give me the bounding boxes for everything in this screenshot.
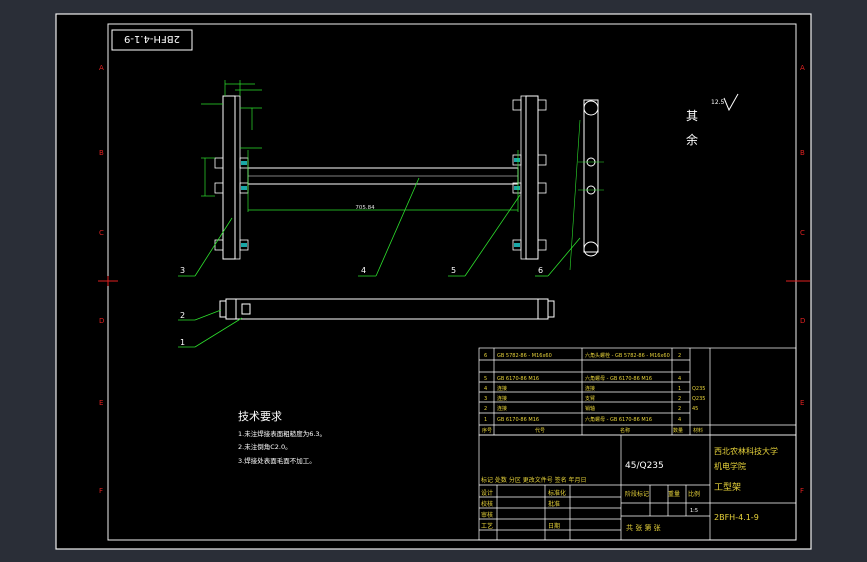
svg-text:连接: 连接 [497, 395, 507, 402]
roughness-value: 12.5 [711, 99, 725, 106]
zone-letter: B [99, 149, 104, 157]
svg-text:GB 6170-86 M16: GB 6170-86 M16 [497, 376, 539, 382]
weight-label: 重量 [668, 490, 680, 498]
svg-text:2: 2 [678, 406, 681, 412]
svg-text:2: 2 [678, 353, 681, 359]
svg-text:校核: 校核 [481, 500, 493, 508]
svg-text:连接: 连接 [497, 405, 507, 412]
tech-line: 3.焊接处表面毛面不加工。 [238, 456, 316, 465]
balloon-5: 5 [451, 266, 456, 275]
svg-text:连接: 连接 [585, 385, 595, 392]
school-name: 西北农林科技大学 [714, 446, 778, 456]
svg-text:销轴: 销轴 [585, 405, 595, 412]
title-stamp: 2BFH-4.1-9 [124, 33, 180, 44]
dept-name: 机电学院 [714, 461, 746, 471]
svg-text:六角螺母 - GB 6170-86 M16: 六角螺母 - GB 6170-86 M16 [585, 416, 652, 423]
zone-letter: C [800, 229, 805, 237]
drawing-canvas[interactable]: A B C D E F A B C D E F 2BFH-4.1-9 705.8… [0, 0, 867, 562]
roughness-note-1: 其 [686, 109, 698, 123]
svg-text:审核: 审核 [481, 511, 493, 519]
svg-text:1: 1 [484, 417, 487, 423]
span-dimension: 705.84 [355, 205, 375, 211]
balloon-4: 4 [361, 266, 366, 275]
svg-text:支臂: 支臂 [585, 395, 595, 402]
svg-text:4: 4 [484, 386, 487, 392]
svg-text:3: 3 [484, 396, 487, 402]
zone-letter: A [800, 64, 805, 72]
svg-text:Q235: Q235 [692, 396, 705, 402]
tech-line: 2.未注倒角C2.0。 [238, 442, 292, 451]
balloon-1: 1 [180, 338, 185, 347]
svg-text:批准: 批准 [548, 500, 560, 508]
cad-viewport[interactable]: A B C D E F A B C D E F 2BFH-4.1-9 705.8… [0, 0, 867, 562]
revision-header: 标记 处数 分区 更改文件号 签名 年月日 [481, 476, 587, 484]
svg-text:数量: 数量 [673, 427, 683, 434]
tech-title: 技术要求 [238, 410, 282, 423]
svg-text:GB 5782-86 - M16x60: GB 5782-86 - M16x60 [497, 353, 552, 359]
balloon-3: 3 [180, 266, 185, 275]
svg-text:工艺: 工艺 [481, 522, 493, 530]
svg-text:2: 2 [484, 406, 487, 412]
svg-text:5: 5 [484, 376, 487, 382]
svg-text:6: 6 [484, 353, 487, 359]
svg-text:Q235: Q235 [692, 386, 705, 392]
balloon-6: 6 [538, 266, 543, 275]
zone-letter: F [800, 487, 804, 495]
sheet-text: 共 张 第 张 [626, 523, 661, 532]
zone-letter: F [99, 487, 103, 495]
svg-text:2: 2 [678, 396, 681, 402]
part-name: 工型架 [714, 482, 741, 493]
drawing-number: 2BFH-4.1-9 [714, 513, 759, 522]
svg-text:代号: 代号 [535, 427, 545, 434]
svg-text:4: 4 [678, 417, 681, 423]
zone-letter: C [99, 229, 104, 237]
scale-value: 1:5 [690, 508, 698, 514]
svg-text:连接: 连接 [497, 385, 507, 392]
zone-letter: E [99, 399, 103, 407]
zone-letter: A [99, 64, 104, 72]
svg-text:设计: 设计 [481, 489, 493, 497]
svg-text:标准化: 标准化 [548, 489, 566, 497]
sheet-border [55, 13, 812, 550]
material-text: 45/Q235 [625, 461, 664, 471]
svg-text:1: 1 [678, 386, 681, 392]
svg-text:GB 6170-86 M16: GB 6170-86 M16 [497, 417, 539, 423]
scale-label: 比例 [688, 490, 700, 498]
svg-text:材料: 材料 [693, 427, 703, 434]
svg-text:45: 45 [692, 406, 698, 412]
svg-text:六角头螺栓 - GB 5782-86 - M16x60: 六角头螺栓 - GB 5782-86 - M16x60 [585, 352, 670, 359]
balloon-2: 2 [180, 311, 185, 320]
stage-label: 阶段标记 [625, 490, 649, 498]
svg-text:六角螺母 - GB 6170-86 M16: 六角螺母 - GB 6170-86 M16 [585, 375, 652, 382]
tech-line: 1.未注焊接表面粗糙度为6.3。 [238, 429, 326, 438]
svg-text:名称: 名称 [620, 427, 630, 434]
zone-letter: B [800, 149, 805, 157]
svg-text:4: 4 [678, 376, 681, 382]
svg-text:日期: 日期 [548, 522, 560, 530]
zone-letter: E [800, 399, 804, 407]
roughness-note-2: 余 [686, 132, 698, 147]
zone-letter: D [800, 317, 805, 325]
svg-text:序号: 序号 [482, 427, 492, 434]
zone-letter: D [99, 317, 104, 325]
